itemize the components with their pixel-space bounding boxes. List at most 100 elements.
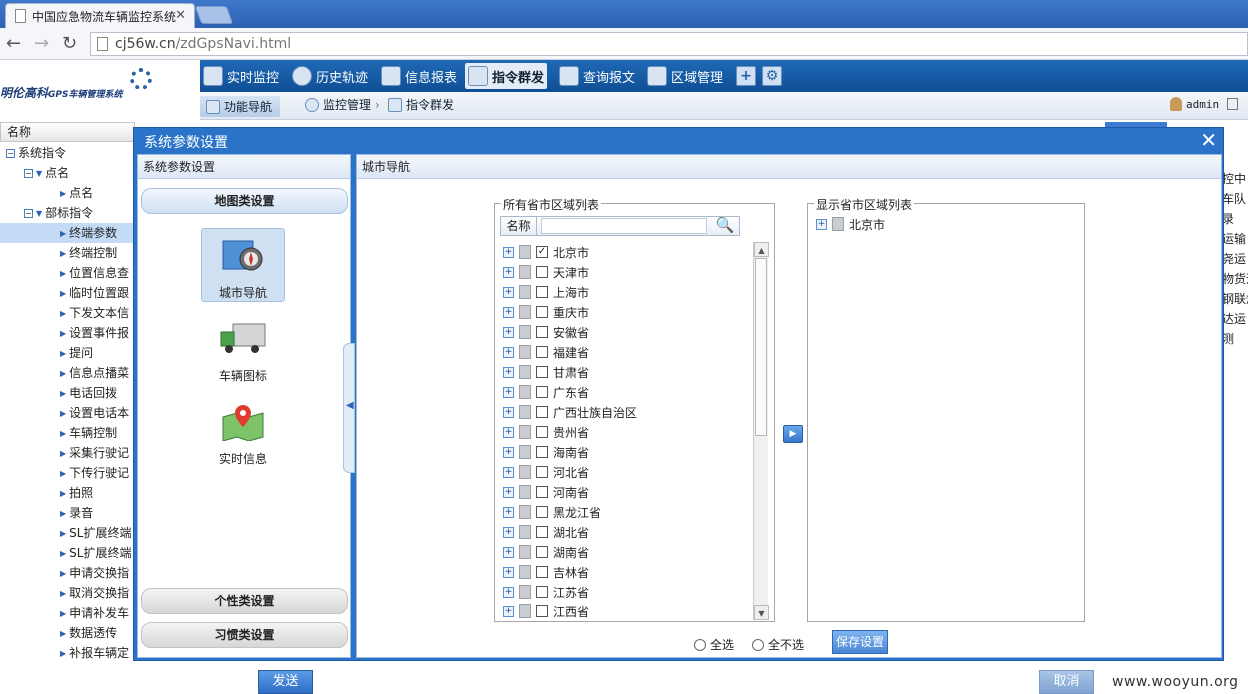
list-item[interactable]: + 重庆市 [503,302,589,322]
expand-icon[interactable]: + [503,246,514,258]
checkbox[interactable] [536,326,548,338]
region-list-scrollbar[interactable]: ▲ ▼ [753,242,769,620]
tree-node[interactable]: ▶ 信息点播菜 [60,363,129,383]
tree-node[interactable]: ▶ 采集行驶记 [60,443,129,463]
collapse-icon[interactable]: − [6,149,15,158]
expand-icon[interactable]: + [503,366,514,378]
back-icon[interactable]: ← [6,33,21,54]
tree-node[interactable]: ▶ 申请交换指 [60,563,129,583]
checkbox[interactable] [536,406,548,418]
menu-area[interactable]: 区域管理 [644,63,726,89]
checkbox[interactable] [536,605,548,617]
expand-icon[interactable]: + [503,546,514,558]
menu-realtime[interactable]: 实时监控 [200,63,282,89]
expand-icon[interactable]: + [503,466,514,478]
tree-node-selected[interactable]: ▶ 终端参数 [0,223,135,243]
list-item[interactable]: + 安徽省 [503,322,589,342]
cancel-button[interactable]: 取消 [1039,670,1094,694]
expand-icon[interactable]: + [503,506,514,518]
expand-icon[interactable]: + [503,286,514,298]
checkbox[interactable] [536,546,548,558]
tree-node[interactable]: ▶ 设置事件报 [60,323,129,343]
checkbox[interactable] [536,426,548,438]
new-tab-button[interactable] [194,6,234,24]
move-right-button[interactable]: ▶ [783,425,803,443]
browser-tab[interactable]: 中国应急物流车辆监控系统 ✕ [5,3,195,28]
menu-batch-command[interactable]: 指令群发 [465,63,548,89]
list-item[interactable]: + 福建省 [503,342,589,362]
expand-icon[interactable]: + [503,526,514,538]
tree-node[interactable]: ▶ 临时位置跟 [60,283,129,303]
radio-circle[interactable] [752,638,764,651]
expand-icon[interactable]: + [503,406,514,418]
checkbox[interactable] [536,366,548,378]
settings-gear-icon[interactable]: ⚙ [762,66,782,86]
expand-icon[interactable]: + [503,446,514,458]
scroll-up-icon[interactable]: ▲ [754,242,769,257]
expand-icon[interactable]: + [503,346,514,358]
accordion-map-settings[interactable]: 地图类设置 [141,188,348,214]
accordion-personal-settings[interactable]: 个性类设置 [141,588,348,614]
checkbox[interactable] [536,446,548,458]
tree-node[interactable]: ▶ 数据透传 [60,623,117,643]
expand-icon[interactable]: + [503,326,514,338]
tree-node[interactable]: ▶ 点名 [60,183,93,203]
list-item[interactable]: + 天津市 [503,262,589,282]
checkbox[interactable] [536,526,548,538]
list-item[interactable]: + 广西壮族自治区 [503,402,637,422]
send-button[interactable]: 发送 [258,670,313,694]
checkbox[interactable] [536,346,548,358]
tree-node[interactable]: ▶ 位置信息查 [60,263,129,283]
list-item[interactable]: + 河南省 [503,482,589,502]
logout-icon[interactable] [1227,98,1239,110]
region-search-input[interactable] [541,218,707,234]
dialog-close-icon[interactable]: ✕ [1200,128,1217,152]
tree-node[interactable]: − ▼ 点名 [24,163,69,183]
list-item[interactable]: + 黑龙江省 [503,502,601,522]
url-field[interactable]: cj56w.cn/zdGpsNavi.html [90,32,1248,56]
tree-node[interactable]: ▶ 终端控制 [60,243,117,263]
tree-node[interactable]: ▶ SL扩展终端 [60,523,131,543]
vehicle-icon-item[interactable]: 车辆图标 [201,312,285,384]
select-all-radio[interactable]: 全选 [694,636,734,653]
checkbox[interactable]: ✓ [536,246,548,258]
breadcrumb-monitor[interactable]: 监控管理 › [305,96,380,113]
checkbox[interactable] [536,486,548,498]
list-item[interactable]: + 广东省 [503,382,589,402]
select-none-radio[interactable]: 全不选 [752,636,804,653]
menu-query[interactable]: 查询报文 [556,63,638,89]
checkbox[interactable] [536,466,548,478]
checkbox[interactable] [536,386,548,398]
list-item[interactable]: + 北京市 [816,214,885,234]
tree-node[interactable]: ▶ 拍照 [60,483,93,503]
breadcrumb-nav[interactable]: 功能导航 [200,96,281,117]
tree-node[interactable]: ▶ 申请补发车 [60,603,129,623]
list-item[interactable]: + 贵州省 [503,422,589,442]
tree-node[interactable]: ▶ 下发文本信 [60,303,129,323]
close-tab-icon[interactable]: ✕ [175,8,186,23]
checkbox[interactable] [536,306,548,318]
tree-node[interactable]: ▶ 提问 [60,343,93,363]
accordion-habit-settings[interactable]: 习惯类设置 [141,622,348,648]
checkbox[interactable] [536,286,548,298]
tree-node[interactable]: − 系统指令 [6,143,66,163]
tree-node[interactable]: ▶ 下传行驶记 [60,463,129,483]
list-item[interactable]: + 海南省 [503,442,589,462]
scroll-thumb[interactable] [755,258,767,436]
list-item[interactable]: + 甘肃省 [503,362,589,382]
list-item[interactable]: + 江苏省 [503,582,589,602]
list-item[interactable]: + 江西省 [503,602,589,620]
list-item[interactable]: + ✓ 北京市 [503,242,589,262]
menu-history[interactable]: 历史轨迹 [289,63,371,89]
realtime-info-item[interactable]: 实时信息 [201,395,285,467]
expand-icon[interactable]: + [503,566,514,578]
menu-reports[interactable]: 信息报表 [378,63,460,89]
add-icon[interactable]: + [736,66,756,86]
tree-node[interactable]: ▶ 电话回拨 [60,383,117,403]
list-item[interactable]: + 上海市 [503,282,589,302]
checkbox[interactable] [536,506,548,518]
forward-icon[interactable]: → [34,33,49,54]
collapse-splitter[interactable]: ◀ [343,343,355,473]
expand-icon[interactable]: + [503,486,514,498]
scroll-down-icon[interactable]: ▼ [754,605,769,620]
